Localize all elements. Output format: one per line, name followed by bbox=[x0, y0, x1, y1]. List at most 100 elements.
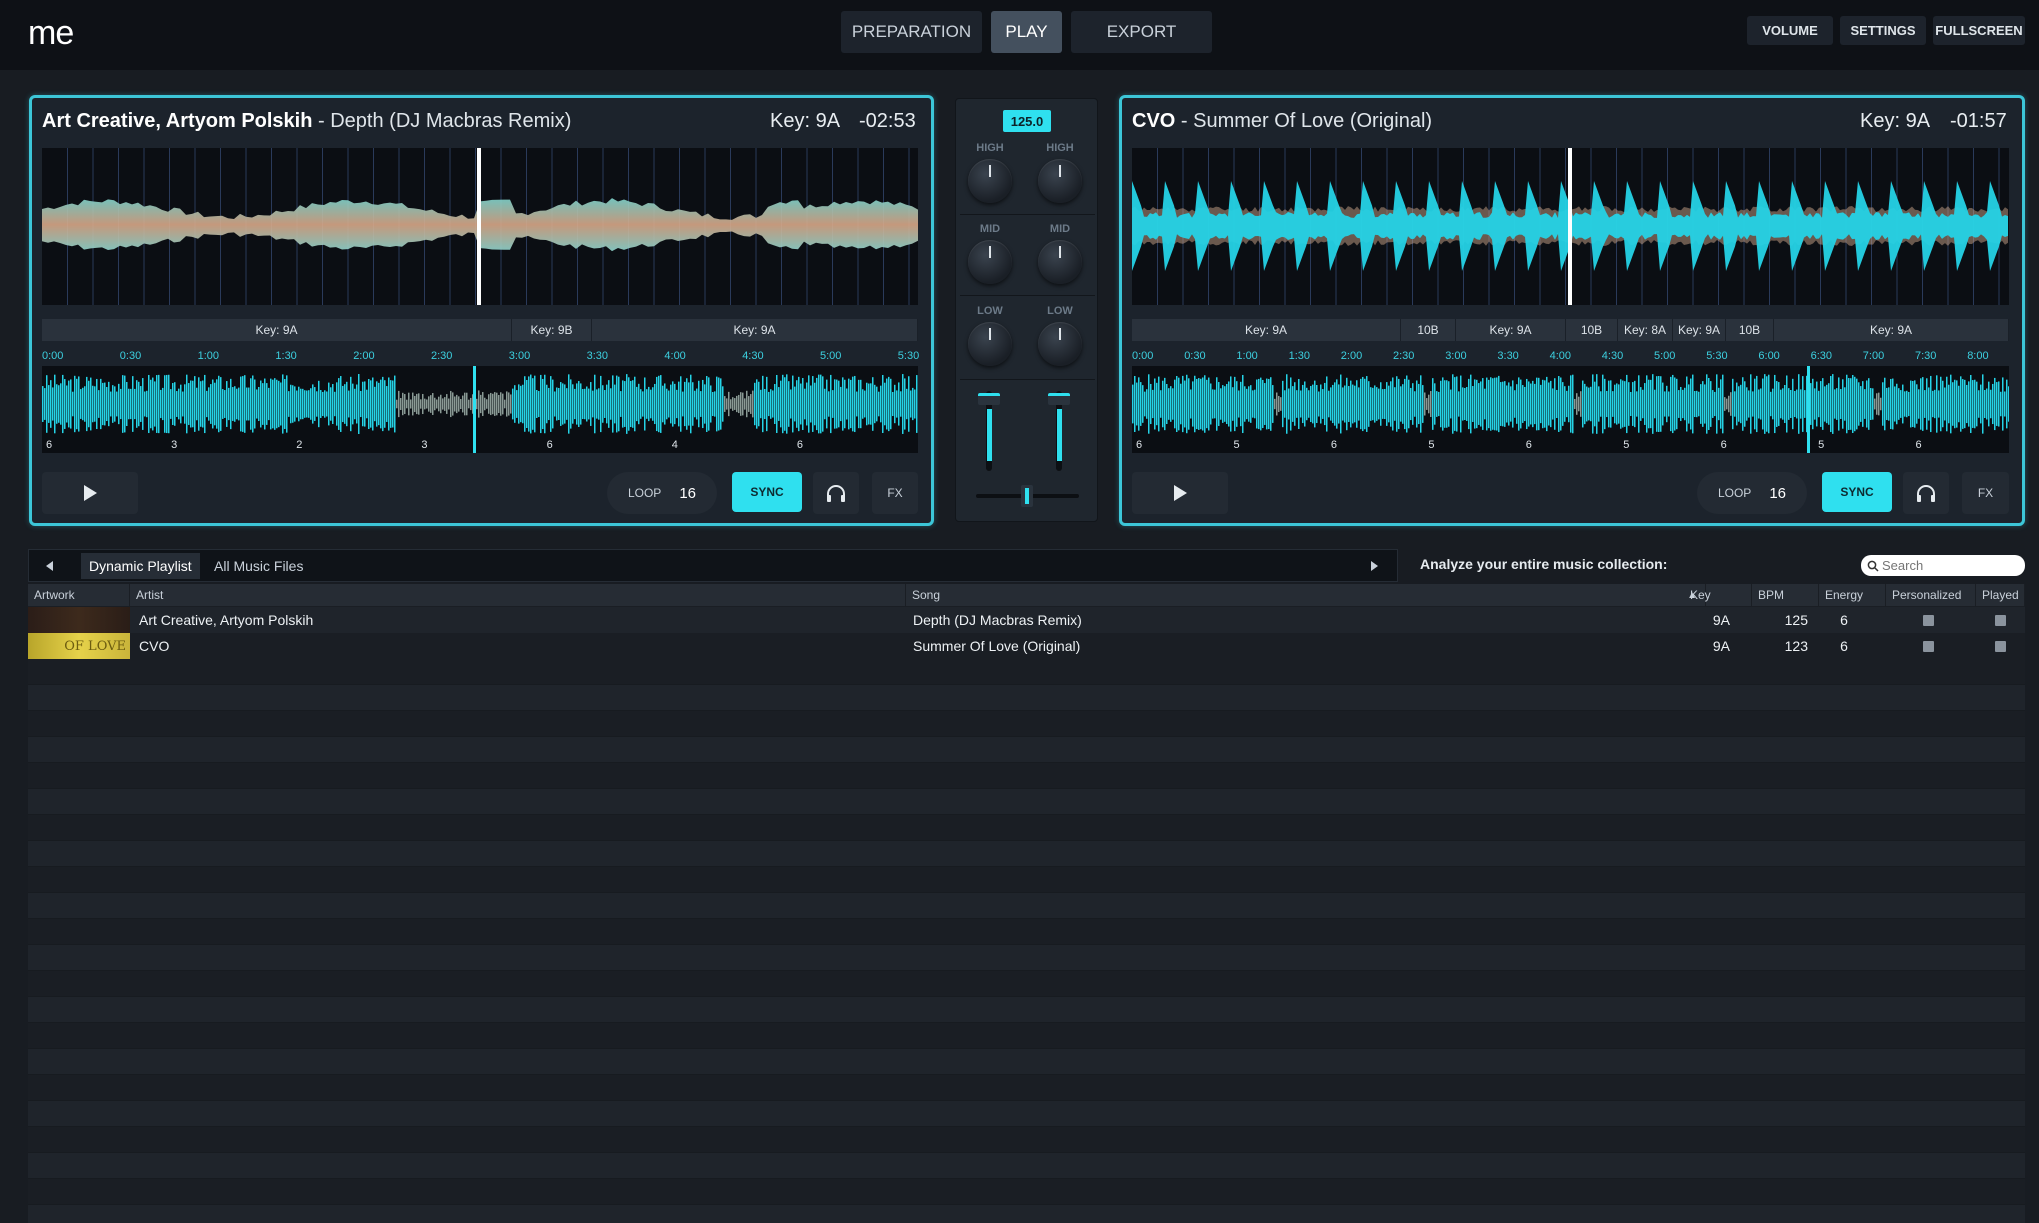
deck-a-play-button[interactable] bbox=[42, 472, 138, 514]
search-box[interactable] bbox=[1861, 555, 2025, 576]
library-tab-bar: Dynamic Playlist All Music Files bbox=[28, 549, 1398, 582]
deck-b-play-button[interactable] bbox=[1132, 472, 1228, 514]
deck-b-zoom-playhead bbox=[1568, 148, 1572, 305]
deck-a-volume-fader[interactable] bbox=[978, 393, 1000, 405]
empty-row bbox=[28, 1023, 2025, 1049]
deck-a-song: - Depth (DJ Macbras Remix) bbox=[312, 110, 572, 132]
time-tick: 5:30 bbox=[1706, 350, 1728, 362]
headphones-icon bbox=[827, 485, 845, 502]
played-checkbox[interactable] bbox=[1995, 633, 2006, 659]
deck-b-volume-fader[interactable] bbox=[1048, 393, 1070, 405]
deck-b-time-ticks: 0:00 0:30 1:00 1:30 2:00 2:30 3:00 3:30 4:00 4:30… bbox=[1132, 346, 2009, 366]
tab-preparation[interactable]: PREPARATION bbox=[841, 11, 982, 53]
chevron-right-icon bbox=[1371, 561, 1378, 571]
settings-button[interactable]: SETTINGS bbox=[1840, 16, 1926, 45]
tab-all-music-files[interactable]: All Music Files bbox=[206, 553, 311, 579]
time-tick: 0:30 bbox=[1184, 350, 1206, 362]
personalized-checkbox[interactable] bbox=[1923, 633, 1934, 659]
deck-a-mid-knob[interactable] bbox=[968, 240, 1012, 284]
key-segment: Key: 9A bbox=[42, 319, 512, 341]
time-tick: 8:00 bbox=[1967, 350, 1989, 362]
deck-b-low-knob[interactable] bbox=[1038, 322, 1082, 366]
empty-row bbox=[28, 685, 2025, 711]
empty-row bbox=[28, 737, 2025, 763]
column-header-played[interactable]: Played bbox=[1976, 584, 2025, 606]
deck-a-sync-button[interactable]: SYNC bbox=[732, 472, 802, 512]
search-icon bbox=[1867, 560, 1879, 572]
deck-b-mid-knob[interactable] bbox=[1038, 240, 1082, 284]
key-segment: Key: 9A bbox=[1456, 319, 1566, 341]
time-tick: 0:00 bbox=[1132, 350, 1154, 362]
deck-b-controls: LOOP 16 SYNC FX bbox=[1132, 470, 2009, 518]
deck-a-key: Key: 9A bbox=[770, 110, 841, 132]
energy-marker: 6 bbox=[1330, 439, 1337, 451]
table-row[interactable]: Art Creative, Artyom Polskih Depth (DJ M… bbox=[28, 607, 2025, 633]
deck-a-low-knob[interactable] bbox=[968, 322, 1012, 366]
prev-arrow[interactable] bbox=[37, 554, 63, 578]
column-header-personalized[interactable]: Personalized bbox=[1886, 584, 1976, 606]
column-header-artist[interactable]: Artist bbox=[130, 584, 906, 606]
column-header-artwork[interactable]: Artwork bbox=[28, 584, 130, 606]
deck-a-high-knob[interactable] bbox=[968, 159, 1012, 203]
column-header-key[interactable]: Key bbox=[1684, 584, 1752, 606]
deck-b-overview-waveform[interactable]: 6 5 6 5 6 5 6 5 6 bbox=[1132, 328, 2010, 453]
artwork-thumbnail bbox=[28, 607, 130, 633]
tab-dynamic-playlist[interactable]: Dynamic Playlist bbox=[81, 553, 200, 579]
energy-marker: 5 bbox=[1818, 439, 1825, 451]
time-tick: 2:00 bbox=[353, 350, 375, 362]
time-tick: 0:30 bbox=[119, 350, 142, 362]
key-cell: 9A bbox=[1712, 638, 1730, 654]
time-tick: 3:00 bbox=[508, 350, 531, 362]
time-tick: 1:30 bbox=[1288, 350, 1311, 362]
energy-marker: 6 bbox=[796, 439, 803, 451]
song-cell: Summer Of Love (Original) bbox=[913, 638, 1081, 654]
table-row[interactable]: OF LOVE CVO Summer Of Love (Original) 9A… bbox=[28, 633, 2025, 659]
high-label: HIGH bbox=[976, 142, 1004, 154]
deck-a-headphones-button[interactable] bbox=[813, 472, 859, 514]
volume-button[interactable]: VOLUME bbox=[1747, 16, 1833, 45]
tab-play[interactable]: PLAY bbox=[991, 11, 1062, 53]
personalized-checkbox[interactable] bbox=[1923, 607, 1934, 633]
deck-a-fx-button[interactable]: FX bbox=[872, 472, 918, 514]
deck-b-volume-fill bbox=[1057, 409, 1062, 461]
column-header-energy[interactable]: Energy bbox=[1819, 584, 1886, 606]
key-segment: Key: 9A bbox=[592, 319, 918, 341]
next-arrow[interactable] bbox=[1362, 554, 1388, 578]
deck-a-loop-button[interactable]: LOOP 16 bbox=[607, 472, 717, 514]
energy-marker: 6 bbox=[546, 439, 553, 451]
play-icon bbox=[84, 485, 97, 501]
fullscreen-button[interactable]: FULLSCREEN bbox=[1933, 16, 2025, 45]
analyze-text: Analyze your entire music collection: bbox=[1420, 556, 1668, 572]
key-cell: 9A bbox=[1712, 612, 1730, 628]
deck-b-sync-button[interactable]: SYNC bbox=[1822, 472, 1892, 512]
bpm-cell: 125 bbox=[1784, 612, 1808, 628]
deck-a-key-strip: Key: 9A Key: 9B Key: 9A bbox=[42, 319, 918, 341]
empty-row bbox=[28, 867, 2025, 893]
deck-a-overview-waveform[interactable]: 6 3 2 3 6 4 6 bbox=[42, 328, 918, 453]
deck-b-zoom-waveform[interactable] bbox=[1132, 148, 2009, 305]
deck-b-headphones-button[interactable] bbox=[1903, 472, 1949, 514]
key-segment: 10B bbox=[1726, 319, 1774, 341]
energy-marker: 4 bbox=[671, 439, 678, 451]
deck-b-zoom-wave-svg bbox=[1132, 148, 2008, 305]
search-input[interactable] bbox=[1882, 558, 2017, 573]
deck-b-overview-svg bbox=[1132, 328, 2010, 453]
empty-row bbox=[28, 711, 2025, 737]
deck-b-high-knob[interactable] bbox=[1038, 159, 1082, 203]
played-checkbox[interactable] bbox=[1995, 607, 2006, 633]
time-tick: 5:30 bbox=[897, 350, 920, 362]
mid-label: MID bbox=[979, 223, 1001, 235]
empty-row bbox=[28, 971, 2025, 997]
deck-b-loop-button[interactable]: LOOP 16 bbox=[1697, 472, 1807, 514]
empty-row bbox=[28, 1179, 2025, 1205]
deck-b-fx-button[interactable]: FX bbox=[1962, 472, 2009, 514]
column-header-bpm[interactable]: BPM bbox=[1752, 584, 1819, 606]
tab-export[interactable]: EXPORT bbox=[1071, 11, 1212, 53]
time-tick: 7:30 bbox=[1915, 350, 1937, 362]
key-segment: Key: 9B bbox=[512, 319, 592, 341]
crossfader-handle[interactable] bbox=[1021, 485, 1033, 507]
deck-a-zoom-waveform[interactable] bbox=[42, 148, 918, 305]
column-header-song[interactable]: Song ▲ bbox=[906, 584, 1706, 606]
bpm-display[interactable]: 125.0 bbox=[1003, 110, 1051, 132]
mixer: 125.0 HIGH HIGH MID MID LOW LOW bbox=[955, 98, 1098, 522]
